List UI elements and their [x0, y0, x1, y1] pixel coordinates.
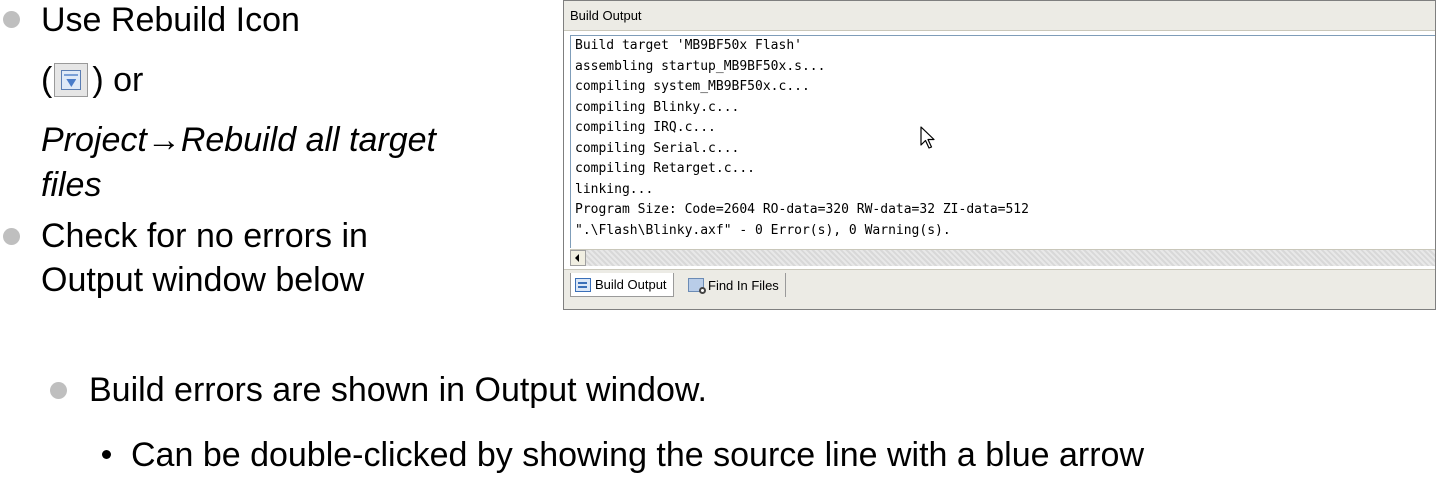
build-output-title: Build Output	[564, 1, 1435, 31]
bullet-dot	[3, 228, 20, 245]
output-line: linking...	[575, 181, 654, 197]
build-output-icon	[575, 277, 591, 292]
build-output-window: Build Output Build target 'MB9BF50x Flas…	[563, 0, 1436, 310]
rebuild-icon	[54, 63, 89, 97]
output-line: compiling Retarget.c...	[575, 161, 756, 176]
bullet-rebuild-line1: Use Rebuild Icon	[41, 1, 300, 39]
tab-find-in-files[interactable]: Find In Files	[684, 273, 786, 297]
output-line: compiling Blinky.c...	[575, 99, 740, 115]
output-line: compiling system_MB9BF50x.c...	[575, 79, 810, 94]
bullet-rebuild-line3: Project→Rebuild all target	[41, 121, 436, 159]
output-line: ".\Flash\Blinky.axf" - 0 Error(s), 0 War…	[575, 222, 951, 238]
tab-build-output-label: Build Output	[595, 277, 667, 292]
output-line: Build target 'MB9BF50x Flash'	[575, 38, 802, 53]
bullet-dot	[3, 11, 20, 28]
bullet-check-line1: Check for no errors in	[41, 217, 368, 255]
output-tab-bar: Build Output Find In Files	[564, 269, 1435, 309]
output-line: Program Size: Code=2604 RO-data=320 RW-d…	[575, 202, 1029, 217]
paren-open: (	[41, 61, 53, 99]
tab-build-output[interactable]: Build Output	[570, 273, 674, 297]
bullet-rebuild-line4: files	[41, 166, 102, 204]
sub-bullet-double-click: Can be double-clicked by showing the sou…	[131, 436, 1145, 474]
find-in-files-icon	[688, 278, 706, 294]
paren-close-or: ) or	[92, 61, 144, 99]
output-line: compiling IRQ.c...	[575, 120, 716, 135]
bullet-rebuild-line2: ( ) or	[41, 60, 143, 100]
build-output-text-area[interactable]: Build target 'MB9BF50x Flash' assembling…	[570, 35, 1435, 248]
output-line: compiling Serial.c...	[575, 140, 740, 156]
horizontal-scrollbar[interactable]	[570, 249, 1435, 266]
tab-find-in-files-label: Find In Files	[708, 277, 779, 293]
bullet-dot	[50, 382, 67, 399]
output-line: assembling startup_MB9BF50x.s...	[575, 58, 826, 74]
scroll-left-button[interactable]	[570, 250, 586, 266]
bullet-check-line2: Output window below	[41, 261, 365, 299]
mouse-pointer-icon	[920, 126, 935, 149]
sub-bullet-dot	[102, 450, 111, 459]
bullet-build-errors: Build errors are shown in Output window.	[89, 371, 707, 409]
